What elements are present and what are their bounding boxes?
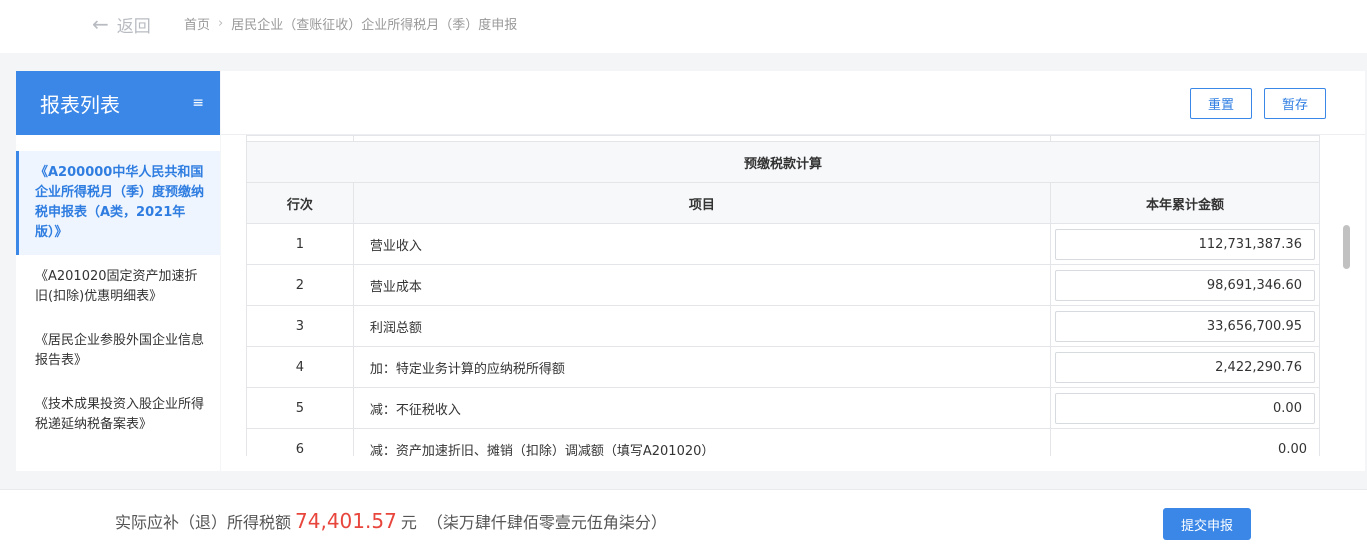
table-row: 3 利润总额	[246, 305, 1320, 347]
top-bar: ← 返回 首页 › 居民企业（查账征收）企业所得税月（季）度申报	[0, 0, 1367, 53]
row-item: 减：资产加速折旧、摊销（扣除）调减额（填写A201020）	[352, 428, 1051, 456]
section-header-row: 预缴税款计算	[246, 141, 1320, 183]
column-header-row: 行次 项目 本年累计金额	[246, 182, 1320, 224]
summary-amount-upper: （柒万肆仟肆佰零壹元伍角柒分）	[426, 513, 667, 532]
report-list: 《A200000中华人民共和国企业所得税月（季）度预缴纳税申报表（A类，2021…	[16, 151, 220, 447]
sidebar-item-tech-investment[interactable]: 《技术成果投资入股企业所得税递延纳税备案表》	[16, 383, 220, 447]
breadcrumb: 首页 › 居民企业（查账征收）企业所得税月（季）度申报	[184, 14, 517, 33]
row-number: 2	[246, 264, 354, 306]
row-number: 1	[246, 223, 354, 265]
row-number: 5	[246, 387, 354, 429]
reset-button[interactable]: 重置	[1190, 88, 1252, 119]
tax-calculation-table: 预缴税款计算 行次 项目 本年累计金额 1 营业收入 2 营业成本 3 利润总额	[246, 135, 1320, 456]
report-list-sidebar: 报表列表 ≡ 《A200000中华人民共和国企业所得税月（季）度预缴纳税申报表（…	[16, 71, 220, 471]
amount-input[interactable]	[1054, 228, 1315, 260]
row-number: 6	[246, 428, 354, 456]
row-number: 4	[246, 346, 354, 388]
column-header-amount: 本年累计金额	[1049, 182, 1320, 224]
table-row: 1 营业收入	[246, 223, 1320, 265]
back-label: 返回	[116, 16, 151, 37]
footer-bar: 实际应补（退）所得税额 74,401.57 元 （柒万肆仟肆佰零壹元伍角柒分） …	[0, 489, 1367, 553]
tax-table-scroll[interactable]: 预缴税款计算 行次 项目 本年累计金额 1 营业收入 2 营业成本 3 利润总额	[246, 135, 1320, 456]
table-row: 5 减：不征税收入	[246, 387, 1320, 429]
summary-unit: 元	[400, 513, 417, 532]
row-item: 加：特定业务计算的应纳税所得额	[352, 346, 1051, 388]
row-item: 营业收入	[352, 223, 1051, 265]
table-row: 4 加：特定业务计算的应纳税所得额	[246, 346, 1320, 388]
column-header-item: 项目	[352, 182, 1051, 224]
sidebar-header: 报表列表 ≡	[16, 71, 220, 135]
breadcrumb-home[interactable]: 首页	[184, 14, 210, 33]
sidebar-title: 报表列表	[40, 92, 120, 117]
page-scrollbar-thumb[interactable]	[1343, 225, 1350, 269]
toolbar: 重置 暂存	[221, 71, 1365, 135]
amount-input[interactable]	[1054, 269, 1315, 301]
collapse-menu-icon[interactable]: ≡	[192, 95, 204, 111]
save-draft-button[interactable]: 暂存	[1264, 88, 1326, 119]
column-header-no: 行次	[246, 182, 354, 224]
sidebar-item-a200000[interactable]: 《A200000中华人民共和国企业所得税月（季）度预缴纳税申报表（A类，2021…	[16, 151, 220, 255]
sidebar-item-a201020[interactable]: 《A201020固定资产加速折旧(扣除)优惠明细表》	[16, 255, 220, 319]
row-item: 减：不征税收入	[352, 387, 1051, 429]
row-item: 利润总额	[352, 305, 1051, 347]
tax-summary: 实际应补（退）所得税额 74,401.57 元 （柒万肆仟肆佰零壹元伍角柒分）	[115, 509, 667, 533]
amount-readonly: 0.00	[1049, 428, 1320, 456]
amount-input[interactable]	[1054, 351, 1315, 383]
amount-input[interactable]	[1054, 392, 1315, 424]
summary-amount: 74,401.57	[295, 509, 397, 533]
chevron-right-icon: ›	[218, 16, 224, 31]
back-button[interactable]: ← 返回	[92, 10, 151, 38]
sidebar-item-foreign-shares[interactable]: 《居民企业参股外国企业信息报告表》	[16, 319, 220, 383]
summary-label: 实际应补（退）所得税额	[115, 513, 292, 532]
table-row: 2 营业成本	[246, 264, 1320, 306]
section-title: 预缴税款计算	[246, 141, 1320, 183]
submit-declaration-button[interactable]: 提交申报	[1163, 508, 1251, 540]
row-number: 3	[246, 305, 354, 347]
amount-input[interactable]	[1054, 310, 1315, 342]
table-row: 6 减：资产加速折旧、摊销（扣除）调减额（填写A201020） 0.00	[246, 428, 1320, 456]
arrow-left-icon: ←	[92, 12, 109, 36]
form-panel: 重置 暂存 预缴税款计算 行次 项目 本年累计金额 1 营业收入 2 营业成本	[221, 71, 1365, 471]
breadcrumb-current: 居民企业（查账征收）企业所得税月（季）度申报	[231, 18, 518, 33]
row-item: 营业成本	[352, 264, 1051, 306]
